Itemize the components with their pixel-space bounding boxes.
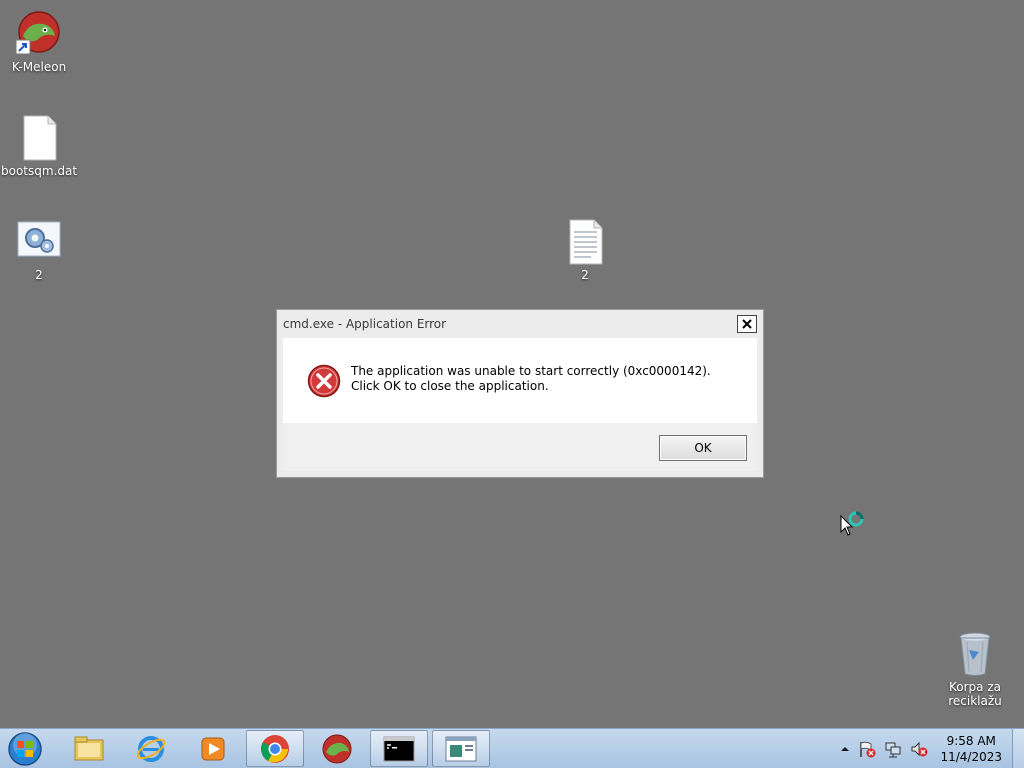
taskbar: 9:58 AM 11/4/2023 bbox=[0, 728, 1024, 768]
volume-muted-icon bbox=[911, 741, 928, 757]
text-file-icon bbox=[561, 218, 609, 266]
chevron-up-icon bbox=[841, 747, 850, 751]
system-tray: 9:58 AM 11/4/2023 bbox=[836, 729, 1024, 768]
dialog-content: The application was unable to start corr… bbox=[283, 338, 757, 423]
internet-explorer-icon bbox=[136, 735, 166, 762]
busy-cursor-icon bbox=[840, 510, 866, 541]
kmeleon-icon bbox=[322, 734, 352, 763]
taskbar-chrome[interactable] bbox=[246, 730, 304, 767]
action-center-flag-icon bbox=[860, 741, 876, 758]
dialog-titlebar[interactable]: cmd.exe - Application Error bbox=[277, 310, 763, 338]
media-player-icon bbox=[201, 737, 225, 760]
ok-button[interactable]: OK bbox=[659, 435, 747, 461]
application-error-dialog: cmd.exe - Application Error The applicat… bbox=[276, 309, 764, 478]
recycle-bin-icon bbox=[951, 630, 999, 678]
command-prompt-icon bbox=[383, 736, 415, 761]
desktop-icon-bootsqm[interactable]: bootsqm.dat bbox=[1, 114, 77, 178]
action-center-tray[interactable] bbox=[858, 740, 876, 758]
taskbar-media-player[interactable] bbox=[184, 730, 242, 767]
desktop-icon-recycle-bin[interactable]: Korpa za reciklažu bbox=[937, 630, 1013, 708]
application-window-icon bbox=[445, 736, 477, 761]
taskbar-cmd[interactable] bbox=[370, 730, 428, 767]
windows-logo-icon bbox=[8, 732, 42, 766]
close-button[interactable] bbox=[737, 315, 757, 333]
desktop-icon-label: K-Meleon bbox=[11, 60, 67, 74]
kmeleon-icon bbox=[15, 10, 63, 58]
close-icon bbox=[742, 319, 752, 329]
volume-tray[interactable] bbox=[910, 740, 928, 758]
desktop-icon-2-settings[interactable]: 2 bbox=[1, 218, 77, 282]
desktop-icon-label: Korpa za reciklažu bbox=[948, 680, 1002, 708]
taskbar-internet-explorer[interactable] bbox=[122, 730, 180, 767]
error-icon bbox=[307, 364, 341, 398]
file-icon bbox=[15, 114, 63, 162]
start-button[interactable] bbox=[6, 731, 44, 767]
desktop-icon-label: bootsqm.dat bbox=[1, 164, 78, 178]
desktop-icon-kmeleon[interactable]: K-Meleon bbox=[1, 10, 77, 74]
desktop-icon-2-text[interactable]: 2 bbox=[547, 218, 623, 282]
clock-date: 11/4/2023 bbox=[940, 750, 1002, 764]
dialog-footer: OK bbox=[283, 423, 757, 471]
clock-time: 9:58 AM bbox=[946, 734, 996, 748]
dialog-title: cmd.exe - Application Error bbox=[283, 317, 447, 331]
taskbar-kmeleon[interactable] bbox=[308, 730, 366, 767]
desktop-icon-label: 2 bbox=[581, 268, 589, 282]
taskbar-explorer[interactable] bbox=[60, 730, 118, 767]
chrome-icon bbox=[261, 734, 289, 763]
settings-file-icon bbox=[15, 218, 63, 266]
show-hidden-icons-button[interactable] bbox=[840, 744, 850, 754]
error-message: The application was unable to start corr… bbox=[351, 364, 711, 393]
desktop-icon-label: 2 bbox=[35, 268, 43, 282]
network-tray[interactable] bbox=[884, 740, 902, 758]
clock[interactable]: 9:58 AM 11/4/2023 bbox=[940, 733, 1002, 765]
taskbar-dialog-window[interactable] bbox=[432, 730, 490, 767]
show-desktop-button[interactable] bbox=[1012, 729, 1024, 768]
folder-icon bbox=[74, 736, 104, 760]
network-icon bbox=[885, 742, 901, 758]
